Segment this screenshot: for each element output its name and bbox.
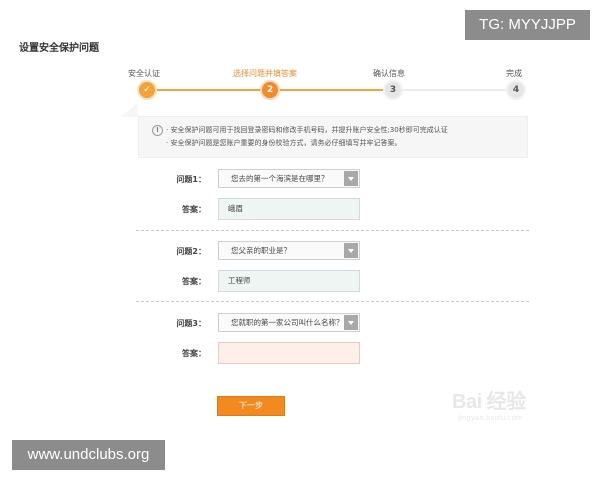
watermark-subtext: jingyan.baidu.com [458, 414, 523, 422]
answer-3-input[interactable] [218, 342, 360, 364]
question-3-value: 您就职的第一家公司叫什么名称？ [231, 318, 344, 327]
answer-2-label: 答案： [182, 277, 206, 286]
baidu-watermark-logo: Bai 经验 jingyan.baidu.com [452, 385, 562, 430]
question-2-label: 问题2： [176, 247, 206, 256]
question-3-select[interactable]: 您就职的第一家公司叫什么名称？ [218, 313, 360, 332]
answer-1-input[interactable]: 峨眉 [218, 198, 360, 220]
answer-2-input[interactable]: 工程师 [218, 270, 360, 292]
info-icon: ! [152, 125, 163, 136]
step-connector-1 [156, 89, 260, 91]
check-icon: ✓ [137, 80, 157, 100]
question-1-label: 问题1： [176, 175, 206, 184]
chevron-down-icon[interactable] [344, 171, 358, 186]
next-step-button[interactable]: 下一步 [217, 396, 285, 416]
section-divider-1 [136, 230, 529, 231]
question-2-select[interactable]: 您父亲的职业是？ [218, 241, 360, 260]
step-connector-2 [280, 89, 383, 91]
page-title: 设置安全保护问题 [19, 43, 99, 54]
section-divider-2 [136, 301, 529, 302]
tg-overlay-badge: TG: MYYJJPP [465, 10, 590, 40]
notice-line-1: · 安全保护问题可用于找回登录密码和修改手机号码，并提升账户安全性;30秒即可完… [166, 126, 448, 134]
notice-box [138, 116, 528, 158]
step-label-4: 完成 [506, 69, 522, 78]
question-1-value: 您去的第一个海滨是在哪里？ [231, 174, 329, 183]
notice-line-2: · 安全保护问题是您账户重要的身份校验方式，请务必仔细填写并牢记答案。 [166, 139, 402, 147]
step-connector-3 [403, 89, 506, 91]
chevron-down-icon[interactable] [344, 315, 358, 330]
step-label-2: 选择问题并填答案 [233, 69, 297, 78]
chevron-down-icon[interactable] [344, 243, 358, 258]
step-marker-3: 3 [383, 80, 403, 100]
notice-pointer [120, 103, 138, 117]
step-label-3: 确认信息 [373, 69, 405, 78]
step-label-1: 安全认证 [128, 69, 160, 78]
step-marker-2: 2 [260, 80, 280, 100]
question-3-label: 问题3： [176, 319, 206, 328]
answer-1-label: 答案： [182, 205, 206, 214]
question-1-select[interactable]: 您去的第一个海滨是在哪里？ [218, 169, 360, 188]
watermark-text: Bai 经验 [452, 391, 526, 413]
answer-3-label: 答案： [182, 349, 206, 358]
question-2-value: 您父亲的职业是？ [231, 246, 291, 255]
site-overlay-badge: www.undclubs.org [12, 440, 165, 470]
step-marker-4: 4 [506, 80, 526, 100]
